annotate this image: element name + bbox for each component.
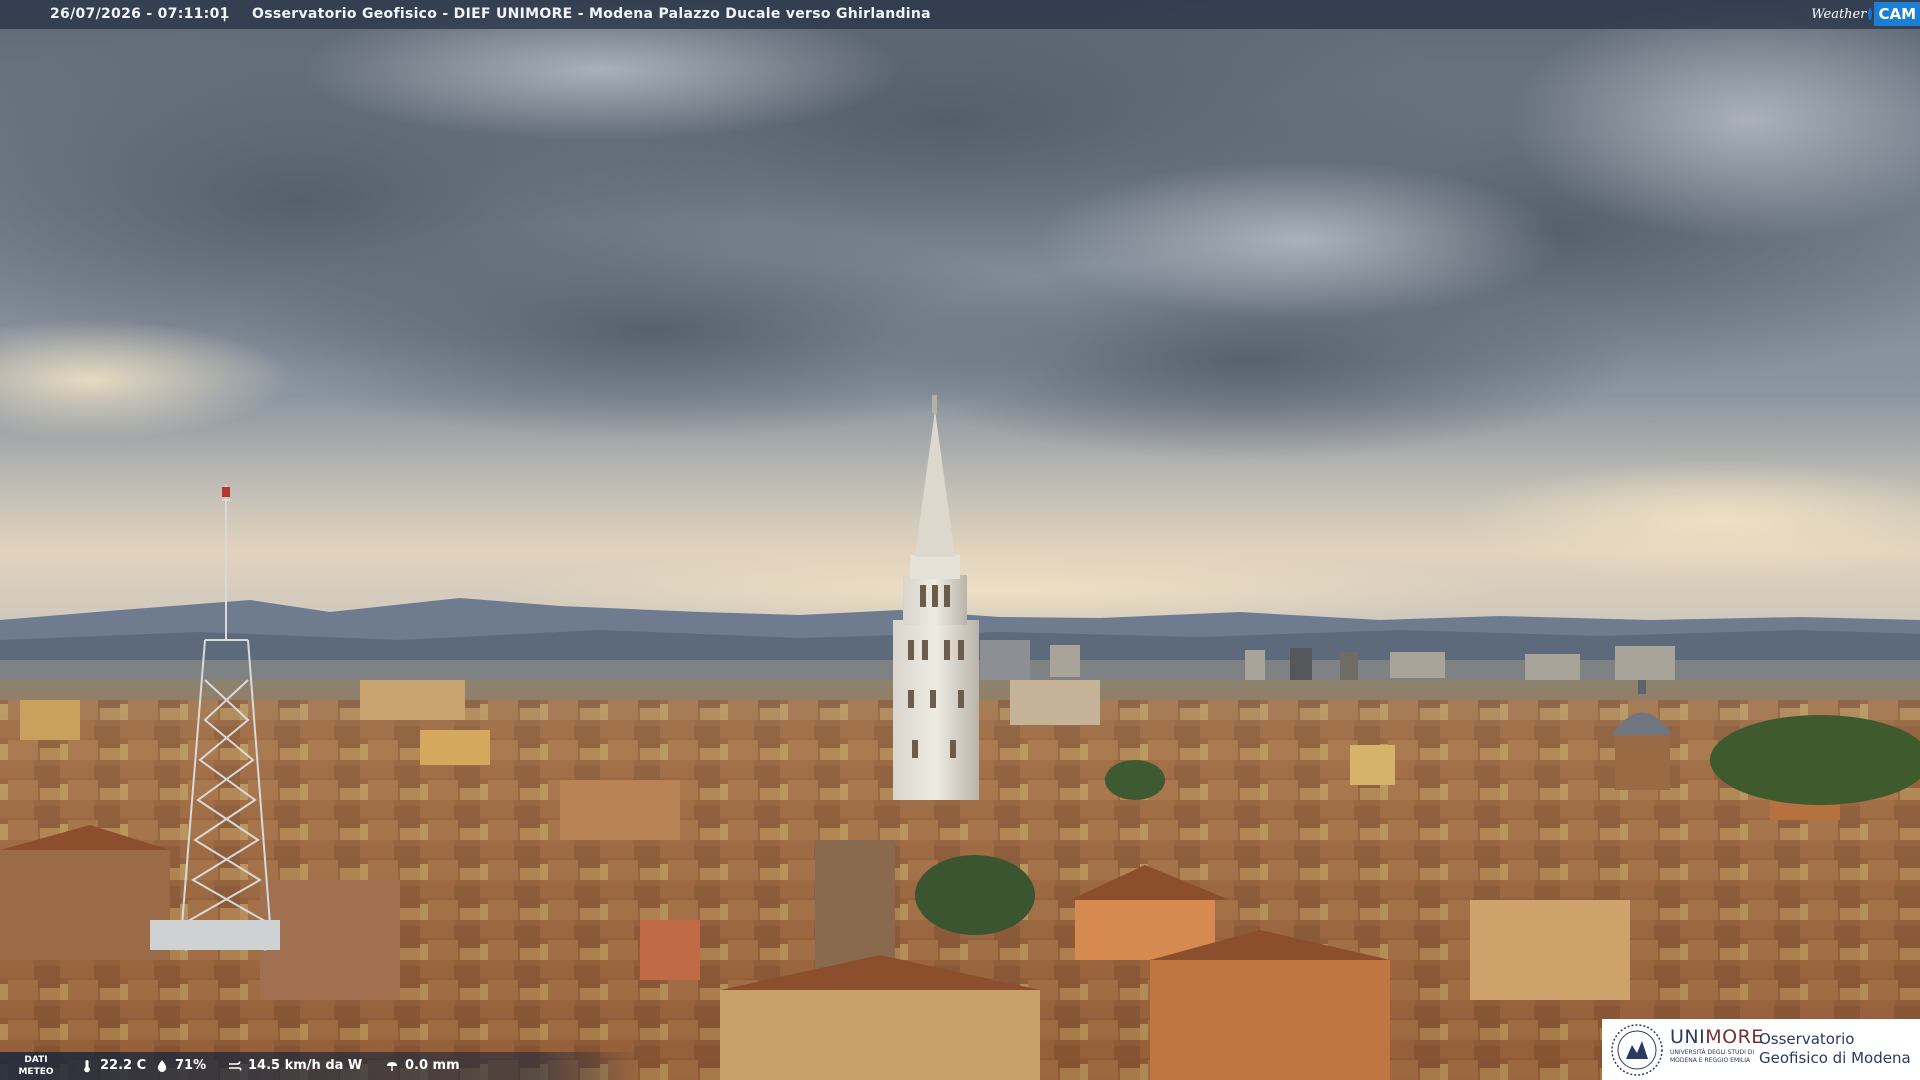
observatory-name: Osservatorio Geofisico di Modena (1759, 1030, 1911, 1067)
unimore-name-part1: UNI (1670, 1026, 1706, 1048)
rain-value: 0.0 mm (405, 1058, 460, 1073)
webcam-photo (0, 0, 1920, 1080)
timestamp: 26/07/2026 - 07:11:01 (50, 6, 230, 22)
wind-readout: 14.5 km/h da W (228, 1058, 362, 1073)
sun-icon (1868, 8, 1873, 20)
rain-icon (387, 1061, 397, 1071)
weathercam-cam-text: CAM (1874, 2, 1920, 26)
humidity-readout: 71% (155, 1058, 206, 1073)
wind-icon (229, 1060, 242, 1071)
unimore-name: UNIMORE (1670, 1026, 1764, 1048)
unimore-name-part2: MORE (1705, 1026, 1764, 1048)
meteo-label: DATI METEO (18, 1055, 54, 1077)
temperature-value: 22.2 C (100, 1058, 147, 1073)
meteo-strip: DATI METEO 22.2 C 71% 14.5 km/h da W 0.0… (0, 1052, 640, 1080)
rain-readout: 0.0 mm (385, 1058, 460, 1073)
caption-title: Osservatorio Geofisico - DIEF UNIMORE - … (252, 6, 931, 22)
droplet-icon (157, 1059, 167, 1072)
caption-separator: | (222, 6, 228, 22)
unimore-seal-icon (1611, 1024, 1663, 1076)
temperature-readout: 22.2 C (80, 1058, 146, 1073)
weathercam-weather-text: Weather (1811, 6, 1867, 22)
weathercam-logo: Weather CAM (1811, 0, 1920, 28)
unimore-university-line: UNIVERSITÀ DEGLI STUDI DI MODENA E REGGI… (1670, 1049, 1755, 1064)
thermometer-icon (84, 1059, 90, 1072)
humidity-value: 71% (175, 1058, 207, 1073)
unimore-logo: UNIMORE UNIVERSITÀ DEGLI STUDI DI MODENA… (1602, 1019, 1920, 1080)
caption-bar: 26/07/2026 - 07:11:01 | Osservatorio Geo… (0, 0, 1920, 29)
wind-value: 14.5 km/h da W (248, 1058, 363, 1073)
